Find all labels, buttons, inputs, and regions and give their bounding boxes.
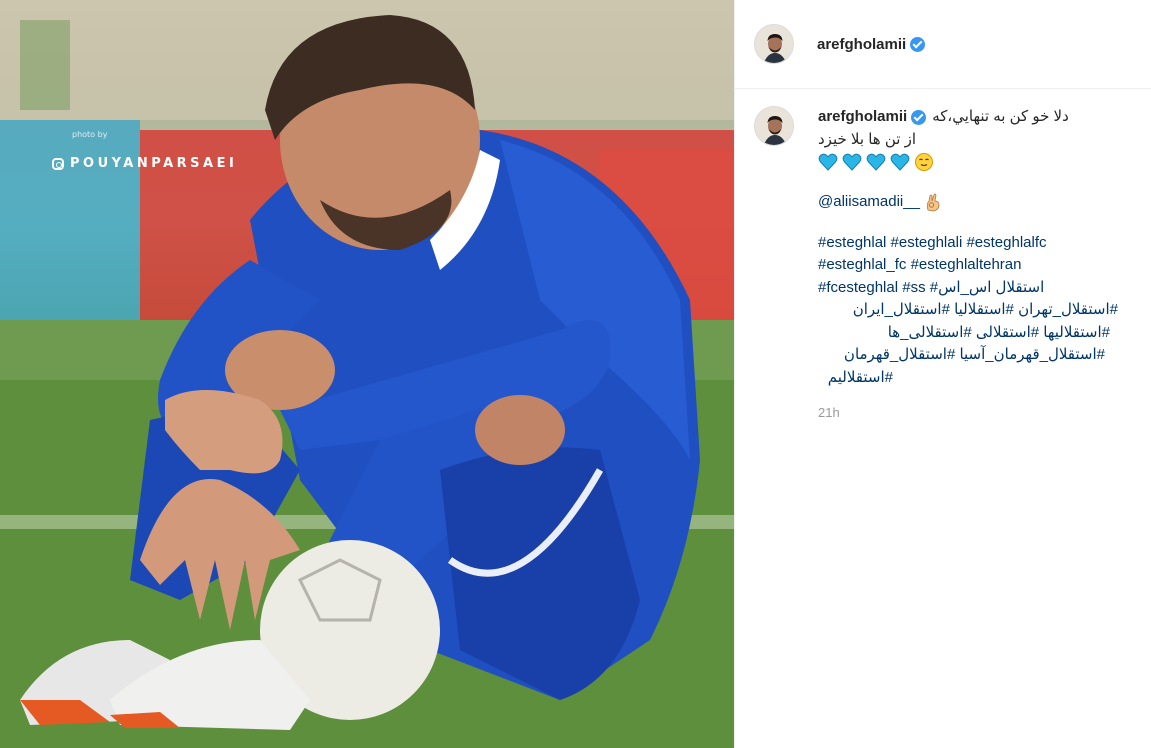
watermark-text: POUYANPARSAEI — [70, 156, 238, 171]
header-username-row: arefgholamii — [817, 36, 926, 53]
relieved-face-icon — [915, 153, 933, 171]
caption-line-2: از تن ها بلا خيزد — [818, 130, 917, 148]
hashtag-line[interactable]: #استقلال_تهران #استقلاليا #استقلال_ايران — [818, 299, 1118, 322]
mention-link[interactable]: @aliisamadii__ — [818, 191, 920, 214]
caption-mention-row: @aliisamadii__ — [818, 191, 1118, 214]
hashtag-line[interactable]: #esteghlal #esteghlali #esteghlalfc — [818, 232, 1118, 255]
blue-heart-icon — [818, 153, 838, 171]
photo-illustration — [0, 0, 734, 748]
post-photo[interactable]: photo by POUYANPARSAEI — [0, 0, 734, 748]
blue-heart-icon — [842, 153, 862, 171]
hashtag-block: #esteghlal #esteghlali #esteghlalfc #est… — [818, 232, 1118, 390]
avatar-portrait — [755, 107, 793, 145]
caption-emoji-row — [818, 152, 1118, 172]
caption-line-1: دلا خو كن به تنهايي،كه — [932, 108, 1069, 125]
hashtag-line[interactable]: #استقلاليم — [818, 367, 893, 390]
header-username[interactable]: arefgholamii — [817, 36, 906, 53]
caption-username[interactable]: arefgholamii — [818, 106, 907, 129]
caption-body: arefgholamii دلا خو كن به تنهايي،كه از ت… — [818, 106, 1118, 425]
verified-badge-icon — [910, 36, 926, 52]
hashtag-line[interactable]: #esteghlal_fc #esteghlaltehran — [818, 254, 1118, 277]
caption-comment: arefgholamii دلا خو كن به تنهايي،كه از ت… — [735, 89, 1151, 425]
hashtag-line[interactable]: #استقلال_قهرمان_آسیا #استقلال_قهرمان — [818, 344, 1105, 367]
hashtag-line[interactable]: #استقلاليها #استقلالی #استقلالی_ها — [818, 322, 1110, 345]
caption-author-avatar[interactable] — [754, 106, 794, 146]
caption-first-line: arefgholamii دلا خو كن به تنهايي،كه — [818, 106, 1118, 129]
post-side-panel: arefgholamii arefgholamii دلا خو كن به ت… — [735, 0, 1151, 748]
author-avatar[interactable] — [754, 24, 794, 64]
avatar-portrait — [755, 25, 793, 63]
photo-watermark: POUYANPARSAEI — [52, 156, 237, 171]
post-timestamp[interactable]: 21h — [818, 402, 1118, 425]
blue-heart-icon — [866, 153, 886, 171]
watermark-credit-label: photo by — [72, 130, 108, 139]
ok-hand-icon — [926, 193, 940, 212]
hashtag-line[interactable]: #fcesteghlal #ss #استقلال اس_اس — [818, 277, 1118, 300]
instagram-icon — [52, 157, 64, 170]
verified-badge-icon — [911, 109, 927, 125]
blue-heart-icon — [890, 153, 910, 171]
post-header: arefgholamii — [735, 0, 1151, 89]
